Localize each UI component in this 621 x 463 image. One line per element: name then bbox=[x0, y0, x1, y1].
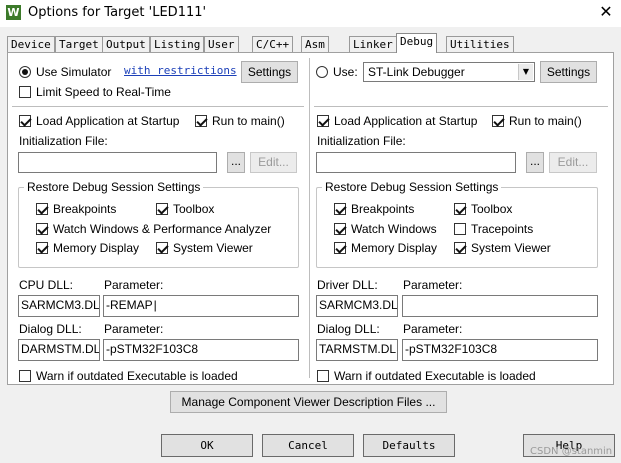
cpu-dll-input[interactable]: SARMCM3.DLL bbox=[18, 295, 100, 317]
left-run-to-main-checkbox[interactable] bbox=[195, 115, 207, 127]
right-breakpoints-label: Breakpoints bbox=[351, 202, 415, 216]
debugger-settings-button[interactable]: Settings bbox=[540, 61, 597, 83]
right-dialog-dll-label: Dialog DLL: bbox=[317, 322, 380, 336]
watermark: CSDN @stanmin bbox=[530, 446, 613, 457]
dialog-dll-input[interactable]: DARMSTM.DLL bbox=[18, 339, 100, 361]
right-watch-windows-checkbox[interactable] bbox=[334, 223, 346, 235]
cancel-button[interactable]: Cancel bbox=[262, 434, 354, 457]
right-run-to-main-checkbox[interactable] bbox=[492, 115, 504, 127]
use-simulator-radio[interactable] bbox=[19, 66, 31, 78]
left-memory-display-checkbox[interactable] bbox=[36, 242, 48, 254]
tab-user[interactable]: User bbox=[204, 36, 239, 52]
dialog-param-label: Parameter: bbox=[104, 322, 164, 336]
driver-dll-label: Driver DLL: bbox=[317, 278, 378, 292]
column-divider bbox=[309, 58, 310, 378]
restrictions-link[interactable]: with restrictions bbox=[124, 64, 237, 77]
tab-asm[interactable]: Asm bbox=[301, 36, 329, 52]
defaults-button[interactable]: Defaults bbox=[363, 434, 455, 457]
right-memory-display-label: Memory Display bbox=[351, 241, 438, 255]
right-dialog-dll-input[interactable]: TARMSTM.DLL bbox=[316, 339, 398, 361]
driver-dll-input[interactable]: SARMCM3.DLL bbox=[316, 295, 398, 317]
chevron-down-icon: ▼ bbox=[518, 64, 533, 80]
left-load-app-checkbox[interactable] bbox=[19, 115, 31, 127]
right-separator bbox=[314, 106, 608, 107]
close-icon[interactable]: ✕ bbox=[596, 2, 616, 22]
right-load-app-checkbox[interactable] bbox=[317, 115, 329, 127]
left-load-app-label: Load Application at Startup bbox=[36, 114, 180, 128]
limit-speed-checkbox[interactable] bbox=[19, 86, 31, 98]
right-run-to-main-label: Run to main() bbox=[509, 114, 582, 128]
right-edit-button: Edit... bbox=[549, 152, 597, 173]
cpu-dll-label: CPU DLL: bbox=[19, 278, 74, 292]
tab-target[interactable]: Target bbox=[55, 36, 103, 52]
tab-debug[interactable]: Debug bbox=[396, 33, 438, 53]
right-toolbox-checkbox[interactable] bbox=[454, 203, 466, 215]
right-dialog-param-label: Parameter: bbox=[403, 322, 463, 336]
simulator-settings-button[interactable]: Settings bbox=[241, 61, 298, 83]
left-watch-windows-checkbox[interactable] bbox=[36, 223, 48, 235]
use-debugger-radio[interactable] bbox=[316, 66, 328, 78]
left-restore-legend: Restore Debug Session Settings bbox=[24, 180, 204, 194]
left-watch-windows-label: Watch Windows & Performance Analyzer bbox=[53, 222, 272, 236]
right-system-viewer-checkbox[interactable] bbox=[454, 242, 466, 254]
debugger-select-value: ST-Link Debugger bbox=[368, 65, 465, 79]
right-watch-windows-label: Watch Windows bbox=[351, 222, 437, 236]
tab-linker[interactable]: Linker bbox=[349, 36, 397, 52]
ok-button[interactable]: OK bbox=[161, 434, 253, 457]
left-browse-button[interactable]: ... bbox=[227, 152, 245, 173]
left-breakpoints-checkbox[interactable] bbox=[36, 203, 48, 215]
tab-utilities[interactable]: Utilities bbox=[446, 36, 514, 52]
left-breakpoints-label: Breakpoints bbox=[53, 202, 117, 216]
right-system-viewer-label: System Viewer bbox=[471, 241, 551, 255]
right-init-file-label: Initialization File: bbox=[317, 134, 406, 148]
cpu-param-label: Parameter: bbox=[104, 278, 164, 292]
keil-v-icon: W bbox=[6, 5, 21, 20]
right-tracepoints-label: Tracepoints bbox=[471, 222, 534, 236]
right-warn-outdated-checkbox[interactable] bbox=[317, 370, 329, 382]
dialog-param-input[interactable]: -pSTM32F103C8 bbox=[103, 339, 299, 361]
dialog-dll-label: Dialog DLL: bbox=[19, 322, 82, 336]
limit-speed-label: Limit Speed to Real-Time bbox=[36, 85, 171, 99]
left-init-file-input[interactable] bbox=[18, 152, 217, 173]
left-run-to-main-label: Run to main() bbox=[212, 114, 285, 128]
left-separator bbox=[12, 106, 304, 107]
right-breakpoints-checkbox[interactable] bbox=[334, 203, 346, 215]
right-init-file-input[interactable] bbox=[316, 152, 516, 173]
left-toolbox-checkbox[interactable] bbox=[156, 203, 168, 215]
manage-component-viewer-button[interactable]: Manage Component Viewer Description File… bbox=[170, 391, 447, 413]
left-warn-outdated-checkbox[interactable] bbox=[19, 370, 31, 382]
right-browse-button[interactable]: ... bbox=[526, 152, 544, 173]
tab-listing[interactable]: Listing bbox=[150, 36, 205, 52]
right-warn-outdated-label: Warn if outdated Executable is loaded bbox=[334, 369, 536, 383]
left-edit-button: Edit... bbox=[250, 152, 297, 173]
tab-c-cpp[interactable]: C/C++ bbox=[252, 36, 294, 52]
debugger-select[interactable]: ST-Link Debugger ▼ bbox=[363, 62, 535, 82]
right-dialog-param-input[interactable]: -pSTM32F103C8 bbox=[402, 339, 598, 361]
right-tracepoints-checkbox[interactable] bbox=[454, 223, 466, 235]
window-title: Options for Target 'LED111' bbox=[28, 5, 207, 20]
driver-param-label: Parameter: bbox=[403, 278, 463, 292]
left-toolbox-label: Toolbox bbox=[173, 202, 215, 216]
cpu-param-input[interactable]: -REMAP bbox=[103, 295, 299, 317]
use-debugger-label: Use: bbox=[333, 65, 358, 79]
tab-output[interactable]: Output bbox=[102, 36, 150, 52]
left-init-file-label: Initialization File: bbox=[19, 134, 108, 148]
right-toolbox-label: Toolbox bbox=[471, 202, 513, 216]
left-warn-outdated-label: Warn if outdated Executable is loaded bbox=[36, 369, 238, 383]
left-system-viewer-checkbox[interactable] bbox=[156, 242, 168, 254]
right-memory-display-checkbox[interactable] bbox=[334, 242, 346, 254]
left-memory-display-label: Memory Display bbox=[53, 241, 140, 255]
tab-device[interactable]: Device bbox=[7, 36, 55, 52]
right-load-app-label: Load Application at Startup bbox=[334, 114, 478, 128]
driver-param-input[interactable] bbox=[402, 295, 598, 317]
right-restore-legend: Restore Debug Session Settings bbox=[322, 180, 502, 194]
use-simulator-label: Use Simulator bbox=[36, 65, 112, 79]
left-system-viewer-label: System Viewer bbox=[173, 241, 253, 255]
